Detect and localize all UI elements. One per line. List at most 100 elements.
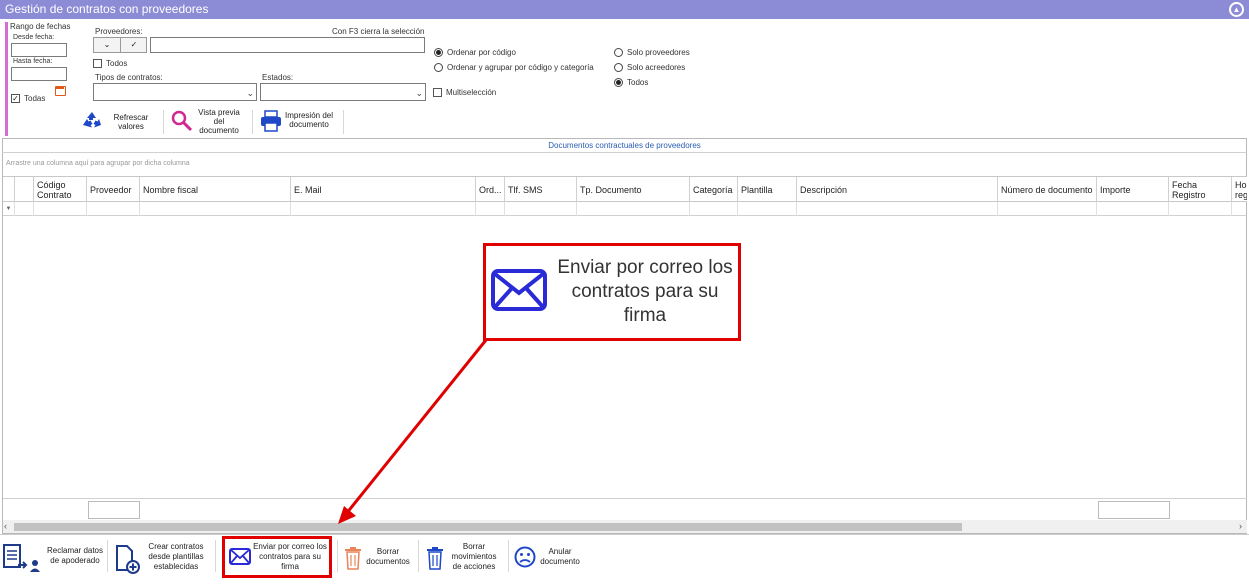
column-header-document-type[interactable]: Tp. Documento (577, 177, 690, 202)
refresh-label: Refrescar valores (113, 113, 149, 131)
calendar-icon[interactable] (55, 86, 66, 96)
delete-documents-button[interactable]: Borrar documentos (342, 540, 416, 586)
column-header-category[interactable]: Categoría (690, 177, 738, 202)
window-title: Gestión de contratos con proveedores (0, 0, 1249, 19)
column-header-blank[interactable] (15, 177, 34, 202)
magnifier-icon (171, 110, 193, 132)
grid-summary-row (3, 498, 1247, 520)
all-parties-radio[interactable] (614, 78, 623, 89)
filter-cell[interactable] (87, 202, 140, 216)
all-suppliers-checkbox[interactable] (93, 59, 102, 70)
multiselect-label: Multiselección (446, 88, 497, 97)
envelope-icon (491, 269, 547, 311)
delete-share-movements-label: Borrar movimientos de acciones (451, 542, 497, 571)
cancel-face-icon (514, 546, 536, 568)
column-header-description[interactable]: Descripción (797, 177, 998, 202)
column-header-contract-code[interactable]: Código Contrato (34, 177, 87, 202)
filter-cell[interactable] (15, 202, 34, 216)
column-header-order[interactable]: Ord... (476, 177, 505, 202)
to-date-input[interactable] (11, 67, 67, 81)
amount-summary-cell (1098, 501, 1170, 519)
cancel-document-label: Anular documento (540, 547, 580, 566)
only-suppliers-label: Solo proveedores (627, 48, 690, 57)
only-creditors-radio[interactable] (614, 63, 623, 74)
filter-cell[interactable] (738, 202, 797, 216)
cancel-document-button[interactable]: Anular documento (512, 540, 592, 586)
column-header-sms-phone[interactable]: Tlf. SMS (505, 177, 577, 202)
suppliers-label: Proveedores: (95, 27, 143, 36)
check-icon[interactable]: ✓ (121, 38, 147, 52)
from-date-input[interactable] (11, 43, 67, 57)
order-group-radio[interactable] (434, 63, 443, 74)
column-header-amount[interactable]: Importe (1097, 177, 1169, 202)
trash-icon (345, 547, 361, 570)
preview-button[interactable]: Vista previa del documento (168, 106, 256, 138)
claim-attorney-data-label: Reclamar datos de apoderado (46, 546, 104, 565)
all-suppliers-label: Todos (106, 59, 128, 68)
suppliers-hint: Con F3 cierra la selección (332, 27, 425, 36)
filter-cell[interactable] (291, 202, 476, 216)
print-button[interactable]: Impresión del documento (258, 108, 346, 136)
highlight-frame (222, 536, 332, 578)
multiselect-checkbox[interactable] (433, 88, 442, 99)
filter-cell[interactable] (577, 202, 690, 216)
column-header-registration-date[interactable]: Fecha Registro (1169, 177, 1232, 202)
contract-types-dropdown[interactable]: ⌄ (93, 83, 257, 101)
all-dates-label: Todas (24, 94, 46, 103)
order-by-code-radio[interactable] (434, 48, 443, 59)
grid-filter-row: ▼ (3, 202, 1247, 216)
filter-cell[interactable] (690, 202, 738, 216)
collapse-icon[interactable]: ▲ (1229, 2, 1244, 17)
filter-cell[interactable] (34, 202, 87, 216)
filter-cell[interactable] (1097, 202, 1169, 216)
filter-cell[interactable] (1169, 202, 1232, 216)
only-creditors-label: Solo acreedores (627, 63, 686, 72)
new-document-icon (116, 545, 140, 574)
filter-cell[interactable] (476, 202, 505, 216)
column-header-document-number[interactable]: Número de documento (998, 177, 1097, 202)
column-header-registration-time[interactable]: Ho reg (1232, 177, 1247, 202)
date-range-legend: Rango de fechas (10, 22, 71, 31)
states-dropdown[interactable]: ⌄ (260, 83, 426, 101)
to-date-label: Hasta fecha: (13, 58, 53, 65)
window-title-text: Gestión de contratos con proveedores (5, 2, 209, 16)
recycle-icon (83, 112, 101, 128)
contract-types-label: Tipos de contratos: (95, 73, 163, 82)
create-from-templates-button[interactable]: Crear contratos desde plantillas estable… (112, 540, 212, 586)
group-hint: Arrastre una columna aquí para agrupar p… (6, 160, 190, 167)
row-indicator-header (3, 177, 15, 202)
only-suppliers-radio[interactable] (614, 48, 623, 59)
column-header-supplier[interactable]: Proveedor (87, 177, 140, 202)
filter-cell[interactable] (998, 202, 1097, 216)
suppliers-input[interactable] (150, 37, 425, 53)
chevron-down-icon: ⌄ (246, 88, 254, 98)
filter-cell[interactable] (797, 202, 998, 216)
column-header-template[interactable]: Plantilla (738, 177, 797, 202)
refresh-button[interactable]: Refrescar valores (80, 108, 170, 136)
filter-row-icon: ▼ (3, 202, 15, 216)
print-label: Impresión del documento (284, 111, 334, 129)
column-header-fiscal-name[interactable]: Nombre fiscal (140, 177, 291, 202)
grid-caption: Documentos contractuales de proveedores (2, 139, 1247, 153)
preview-label: Vista previa del documento (198, 108, 240, 135)
all-parties-label: Todos (627, 78, 649, 87)
supplier-summary-cell (88, 501, 140, 519)
delete-share-movements-button[interactable]: Borrar movimientos de acciones (424, 540, 506, 586)
pointer-arrow (338, 339, 488, 524)
scroll-right-icon[interactable]: › (1239, 521, 1242, 531)
supplier-select-buttons: ⌄ ✓ (93, 37, 147, 53)
all-dates-checkbox[interactable] (11, 93, 20, 103)
filter-cell[interactable] (140, 202, 291, 216)
states-label: Estados: (262, 73, 294, 82)
order-by-code-label: Ordenar por código (447, 48, 516, 57)
claim-document-icon (3, 544, 40, 572)
callout-text: Enviar por correo los contratos para su … (557, 257, 733, 326)
scroll-left-icon[interactable]: ‹ (4, 521, 7, 531)
trash-icon (427, 547, 443, 570)
claim-attorney-data-button[interactable]: Reclamar datos de apoderado (2, 540, 105, 586)
delete-documents-label: Borrar documentos (366, 547, 410, 566)
filter-cell[interactable] (1232, 202, 1247, 216)
chevron-down-icon[interactable]: ⌄ (94, 38, 121, 52)
column-header-email[interactable]: E. Mail (291, 177, 476, 202)
filter-cell[interactable] (505, 202, 577, 216)
